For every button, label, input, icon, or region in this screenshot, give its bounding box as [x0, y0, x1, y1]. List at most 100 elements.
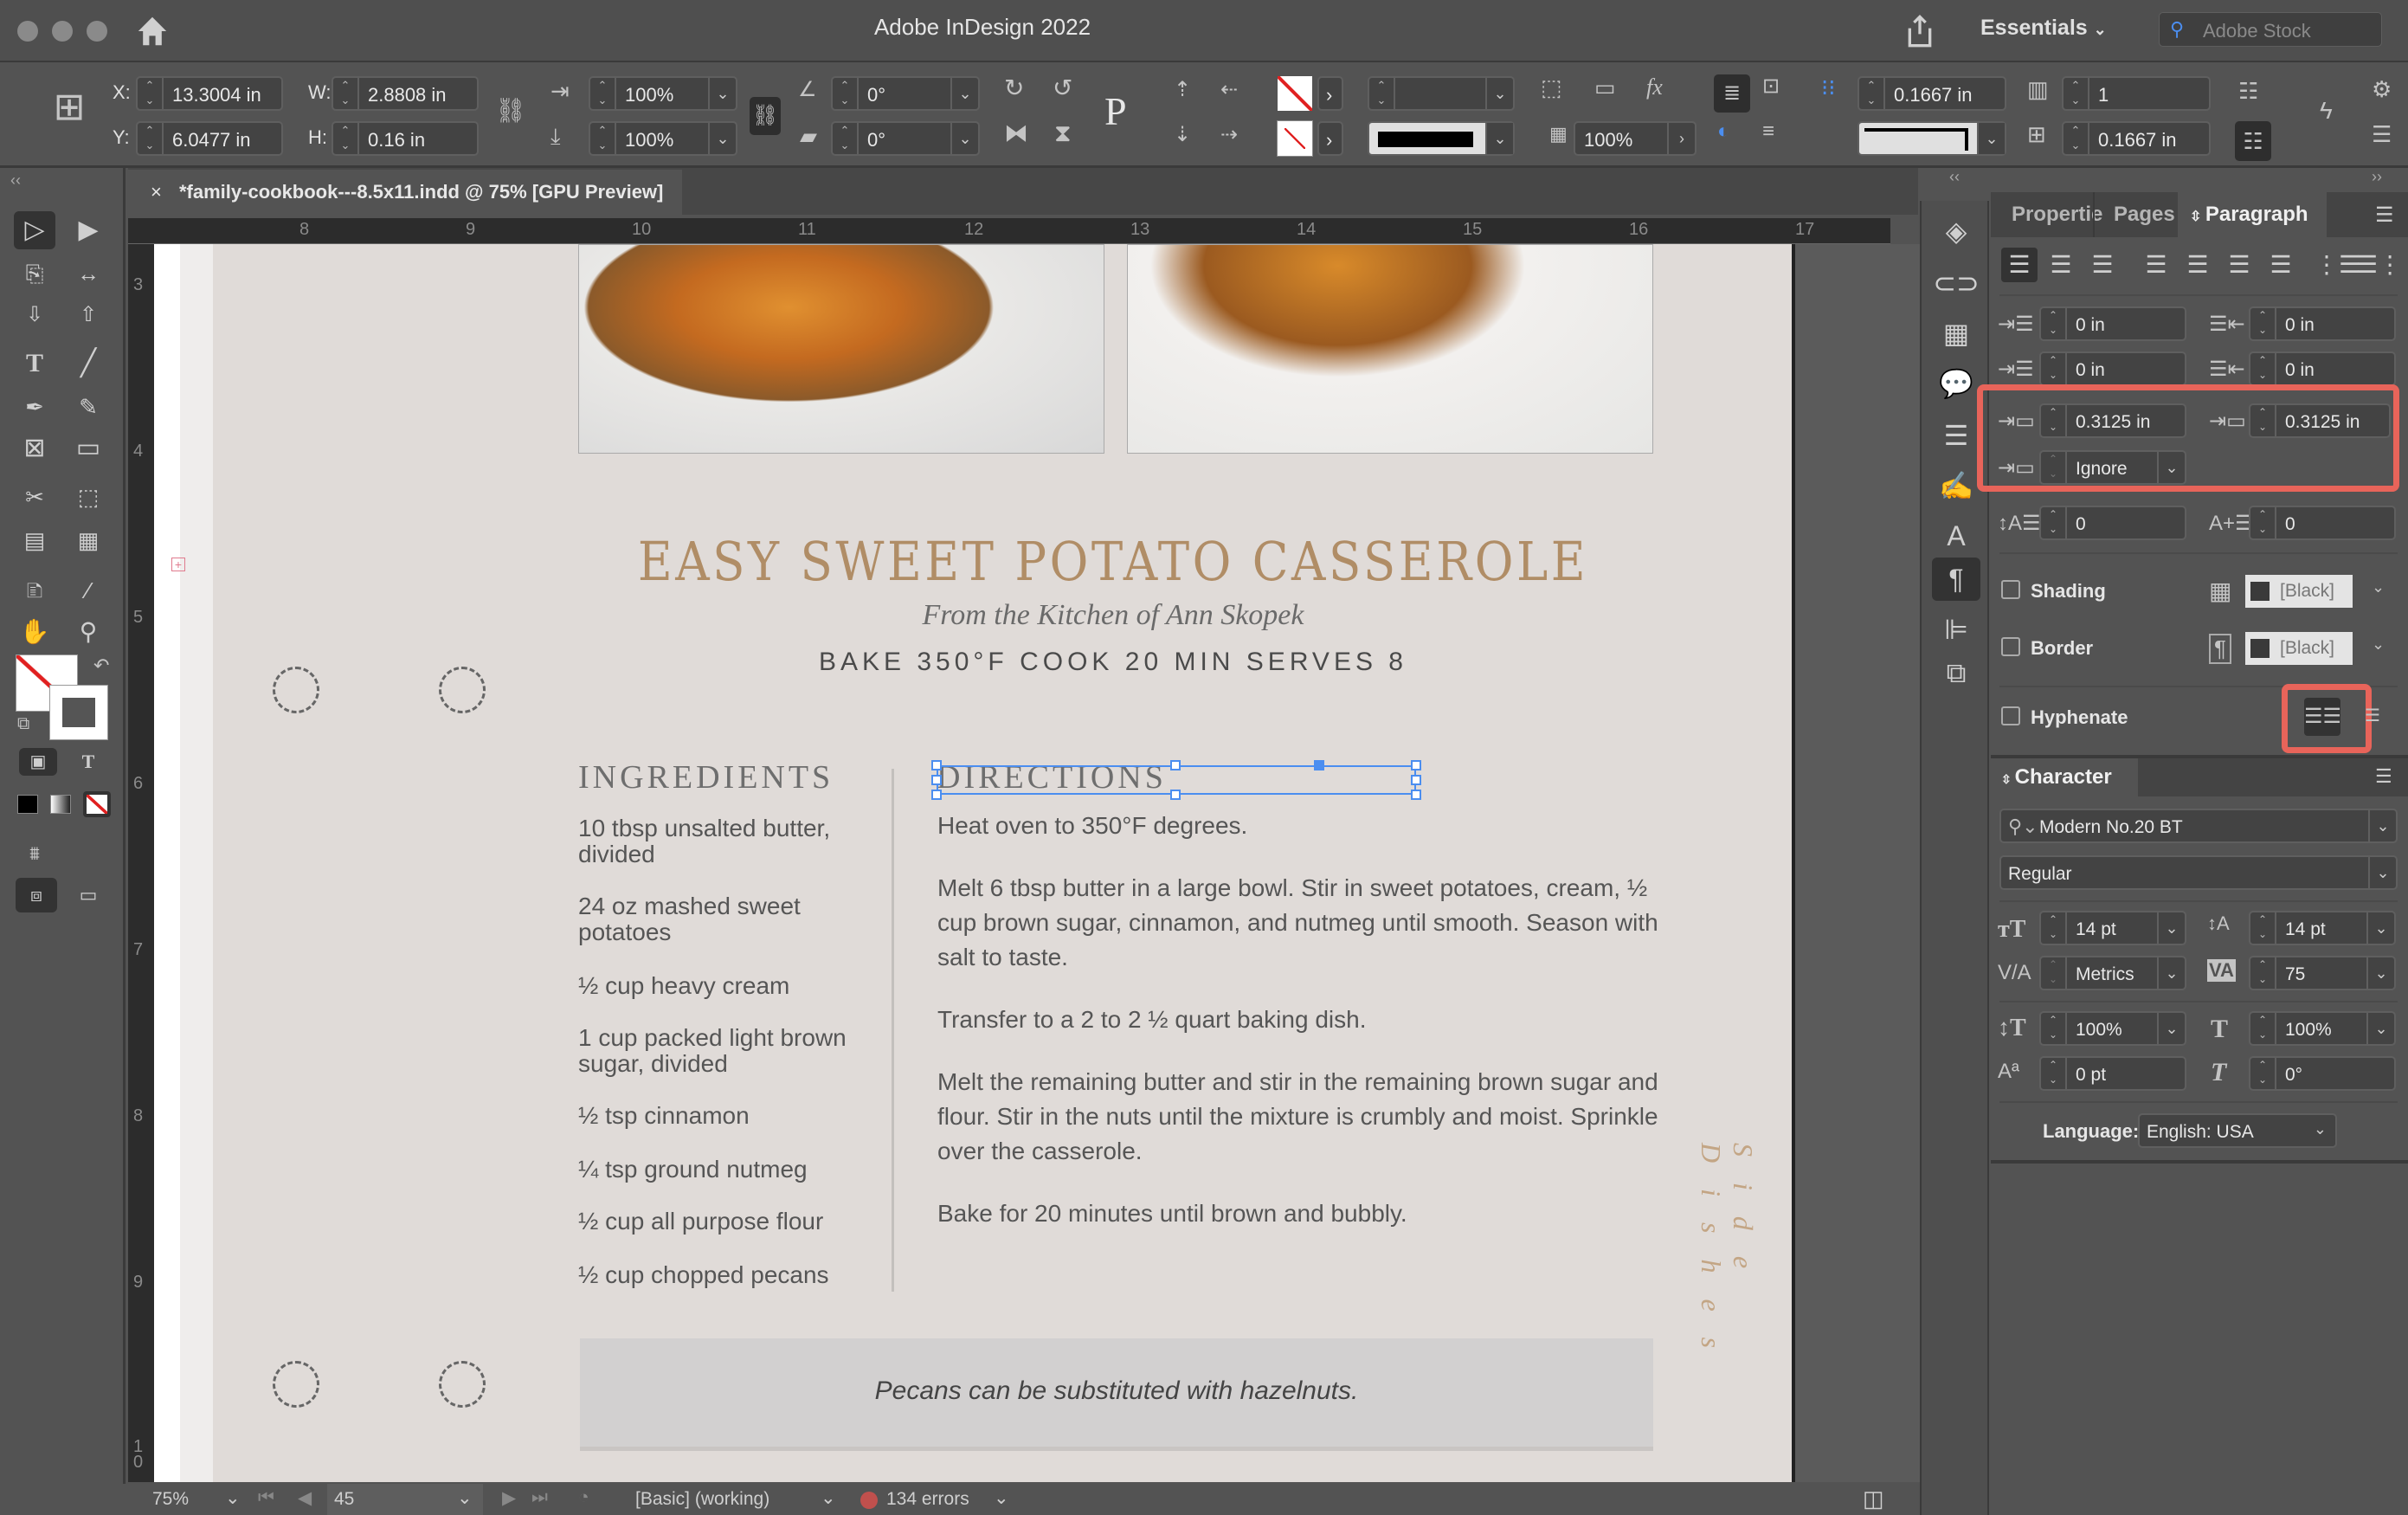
- drop-cap-chars-field[interactable]: ⌃ ⌄ 0: [2249, 506, 2396, 540]
- resize-handle[interactable]: [1411, 775, 1421, 785]
- stroke-weight-field[interactable]: ⌃ ⌄ ⌄: [1368, 76, 1515, 111]
- recipe-subtitle[interactable]: From the Kitchen of Ann Skopek: [213, 599, 2013, 632]
- rotation-angle-field[interactable]: ⌃ ⌄ 0° ⌄: [831, 76, 980, 111]
- chevron-down-icon[interactable]: ⌄: [2366, 1013, 2394, 1044]
- note-tool[interactable]: 🗈: [14, 571, 55, 609]
- character-styles-icon[interactable]: A: [1932, 514, 1980, 558]
- width-field[interactable]: ⌃ ⌄ 2.8808 in: [332, 76, 479, 111]
- leading-field[interactable]: ⌃ ⌄ 14 pt ⌄: [2249, 911, 2396, 945]
- placeholder-circle[interactable]: [439, 667, 486, 713]
- eyedropper-tool[interactable]: ⁄: [68, 571, 109, 609]
- chevron-down-icon[interactable]: ⌄: [1977, 123, 2005, 154]
- shear-angle-field[interactable]: ⌃ ⌄ 0° ⌄: [831, 121, 980, 156]
- gradient-swatch-tool[interactable]: ▤: [14, 521, 55, 559]
- hand-tool[interactable]: ✋: [14, 613, 55, 651]
- placeholder-circle[interactable]: [273, 667, 319, 713]
- type-tool[interactable]: T: [14, 345, 55, 383]
- align-towards-spine-button[interactable]: ⋮☰: [2315, 248, 2360, 282]
- ingredient-item[interactable]: 1 cup packed light brown sugar, divided: [578, 1025, 864, 1077]
- justify-right-button[interactable]: ☰: [2221, 248, 2257, 282]
- align-icon[interactable]: ⊫: [1932, 608, 1980, 651]
- rotate-clockwise-icon[interactable]: ↻: [1004, 76, 1024, 100]
- resize-handle[interactable]: [931, 760, 942, 770]
- align-center-button[interactable]: ☰: [2043, 248, 2079, 282]
- pathfinder-icon[interactable]: ⧉: [1932, 651, 1980, 694]
- language-select[interactable]: English: USA ⌄: [2138, 1113, 2337, 1148]
- columns-field[interactable]: ⌃ ⌄ 1: [2062, 76, 2211, 111]
- overset-marker-icon[interactable]: +: [171, 558, 185, 571]
- split-layout-icon[interactable]: ◫: [1863, 1486, 1884, 1512]
- casserole-plate-photo[interactable]: [1127, 244, 1653, 454]
- last-line-indent-field[interactable]: ⌃ ⌄ 0 in: [2249, 351, 2396, 386]
- chevron-down-icon[interactable]: ⌄: [2372, 578, 2385, 596]
- do-not-align-to-baseline-icon[interactable]: ☰☰: [2304, 698, 2341, 736]
- previous-page-icon[interactable]: ◀: [298, 1487, 312, 1509]
- content-collector-tool[interactable]: ⇩: [14, 296, 55, 334]
- resize-handle[interactable]: [1170, 790, 1181, 800]
- border-color-swatch[interactable]: [Black]: [2245, 632, 2353, 665]
- pen-tool[interactable]: ✒: [14, 388, 55, 426]
- chevron-down-icon[interactable]: ⌄: [2366, 912, 2394, 944]
- page-number-field[interactable]: 45 ⌄: [327, 1484, 483, 1515]
- hyphenate-checkbox[interactable]: [2001, 706, 2020, 725]
- placeholder-circle[interactable]: [439, 1361, 486, 1408]
- font-size-field[interactable]: ⌃ ⌄ 14 pt ⌄: [2039, 911, 2186, 945]
- effects-fx-icon[interactable]: fx: [1646, 76, 1663, 99]
- share-icon[interactable]: [1904, 14, 1935, 48]
- chevron-down-icon[interactable]: ⌄: [2366, 957, 2394, 989]
- align-left-button[interactable]: ☰: [2001, 248, 2038, 282]
- align-to-grid-select[interactable]: ⌃ ⌄ Ignore ⌄: [2039, 450, 2186, 485]
- tab-properties[interactable]: Propertie: [1991, 192, 2102, 237]
- chevron-down-icon[interactable]: ⌄: [2157, 1013, 2185, 1044]
- next-page-icon[interactable]: ▶: [502, 1487, 516, 1509]
- scale-x-field[interactable]: ⌃ ⌄ 100% ⌄: [589, 76, 737, 111]
- recipe-meta[interactable]: BAKE 350°F COOK 20 MIN SERVES 8: [213, 648, 2013, 677]
- ingredients-heading[interactable]: INGREDIENTS: [578, 758, 834, 796]
- content-grabber[interactable]: [1314, 760, 1324, 770]
- text-wrap-icon[interactable]: ☰: [1932, 414, 1980, 457]
- swatches-grid-icon[interactable]: ▦: [1932, 312, 1980, 355]
- apply-gradient-icon[interactable]: [50, 795, 71, 814]
- border-checkbox[interactable]: [2001, 637, 2020, 656]
- baseline-shift-field[interactable]: ⌃ ⌄ 0 pt: [2039, 1056, 2186, 1091]
- skew-field[interactable]: ⌃ ⌄ 0°: [2249, 1056, 2396, 1091]
- zoom-level[interactable]: 75%: [152, 1489, 189, 1510]
- apply-none-icon[interactable]: [83, 791, 111, 817]
- expand-panels-icon[interactable]: ››: [2372, 168, 2382, 186]
- chevron-down-icon[interactable]: ⌄: [821, 1487, 836, 1509]
- vertical-ruler[interactable]: 3 4 5 6 7 8 9 1 0: [128, 244, 154, 1482]
- recipe-title[interactable]: EASY SWEET POTATO CASSEROLE: [321, 530, 1905, 593]
- resize-handle[interactable]: [931, 775, 942, 785]
- resize-handle[interactable]: [1411, 790, 1421, 800]
- placeholder-circle[interactable]: [273, 1361, 319, 1408]
- ingredient-item[interactable]: ½ cup heavy cream: [578, 973, 864, 999]
- ingredient-item[interactable]: ½ tsp cinnamon: [578, 1103, 864, 1129]
- chevron-down-icon[interactable]: ⌄: [2372, 635, 2385, 654]
- tab-pages[interactable]: Pages: [2093, 192, 2178, 237]
- direction-step[interactable]: Transfer to a 2 to 2 ½ quart baking dish…: [937, 1002, 1664, 1037]
- rectangle-tool[interactable]: ▭: [68, 429, 109, 467]
- layers-icon[interactable]: ◈: [1932, 210, 1980, 253]
- height-field[interactable]: ⌃ ⌄ 0.16 in: [332, 121, 479, 156]
- constrain-scale-icon[interactable]: ⛓: [750, 97, 781, 135]
- gradient-feather-tool[interactable]: ▦: [68, 521, 109, 559]
- panel-menu-icon[interactable]: ☰: [2375, 765, 2392, 788]
- x-position-field[interactable]: ⌃ ⌄ 13.3004 in: [136, 76, 283, 111]
- space-before-field[interactable]: ⌃ ⌄ 0.3125 in: [2039, 403, 2186, 438]
- select-previous-object-icon[interactable]: ⇠: [1220, 80, 1238, 100]
- control-panel-menu-icon[interactable]: ☰: [2372, 123, 2392, 145]
- last-page-icon[interactable]: ⏭: [531, 1487, 548, 1508]
- paragraph-styles-icon[interactable]: ¶: [1932, 558, 1980, 601]
- reference-point-icon[interactable]: ⊞: [45, 88, 93, 137]
- text-wrap-bounding-box-icon[interactable]: ⊡: [1762, 76, 1780, 97]
- text-wrap-none-icon[interactable]: ≣: [1714, 74, 1750, 113]
- y-position-field[interactable]: ⌃ ⌄ 6.0477 in: [136, 121, 283, 156]
- justify-center-button[interactable]: ☰: [2179, 248, 2216, 282]
- chevron-down-icon[interactable]: ⌄: [950, 123, 978, 154]
- ingredient-item[interactable]: ¼ tsp ground nutmeg: [578, 1157, 864, 1183]
- text-wrap-object-shape-icon[interactable]: ◐: [1717, 121, 1730, 142]
- first-line-indent-field[interactable]: ⌃ ⌄ 0 in: [2039, 351, 2186, 386]
- border-settings-icon[interactable]: ¶: [2209, 634, 2231, 664]
- ingredient-item[interactable]: ½ cup all purpose flour: [578, 1209, 864, 1235]
- free-transform-tool[interactable]: ⬚: [68, 478, 109, 516]
